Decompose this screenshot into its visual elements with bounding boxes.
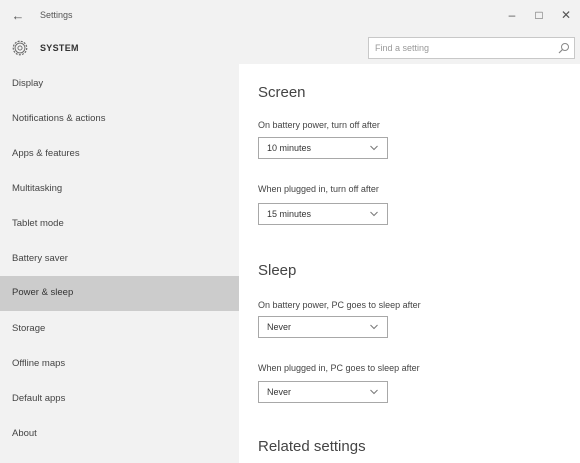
sidebar-item-label: Notifications & actions bbox=[12, 113, 106, 124]
sidebar-item-label: Offline maps bbox=[12, 358, 66, 369]
sidebar-item-label: Apps & features bbox=[12, 148, 80, 159]
sidebar-item-display[interactable]: Display bbox=[0, 67, 239, 102]
sleep-heading: Sleep bbox=[258, 262, 297, 279]
maximize-button[interactable]: □ bbox=[529, 6, 549, 24]
sidebar-item-label: Multitasking bbox=[12, 183, 63, 194]
dropdown-value: Never bbox=[267, 387, 292, 397]
chevron-down-icon bbox=[370, 324, 378, 330]
search-input[interactable]: Find a setting bbox=[368, 37, 575, 59]
sidebar-item-power-sleep[interactable]: Power & sleep bbox=[0, 276, 239, 311]
sidebar-item-label: Battery saver bbox=[12, 253, 68, 264]
search-placeholder: Find a setting bbox=[375, 43, 430, 53]
minimize-button[interactable]: – bbox=[502, 6, 522, 24]
sidebar-item-label: Tablet mode bbox=[12, 218, 64, 229]
screen-heading: Screen bbox=[258, 84, 306, 101]
back-button[interactable]: ← bbox=[10, 8, 26, 24]
sidebar-item-multitasking[interactable]: Multitasking bbox=[0, 172, 239, 207]
sidebar-item-notifications[interactable]: Notifications & actions bbox=[0, 102, 239, 137]
screen-plugged-dropdown[interactable]: 15 minutes bbox=[258, 203, 388, 225]
close-button[interactable]: ✕ bbox=[556, 6, 576, 24]
sidebar-item-storage[interactable]: Storage bbox=[0, 312, 239, 347]
dropdown-value: 15 minutes bbox=[267, 209, 312, 219]
dropdown-value: Never bbox=[267, 322, 292, 332]
sidebar-item-default-apps[interactable]: Default apps bbox=[0, 382, 239, 417]
chevron-down-icon bbox=[370, 145, 378, 151]
sleep-plugged-dropdown[interactable]: Never bbox=[258, 381, 388, 403]
sleep-plugged-label: When plugged in, PC goes to sleep after bbox=[258, 363, 420, 373]
sidebar-item-about[interactable]: About bbox=[0, 417, 239, 452]
screen-plugged-label: When plugged in, turn off after bbox=[258, 184, 379, 194]
main-content: Screen On battery power, turn off after … bbox=[239, 64, 580, 463]
screen-battery-dropdown[interactable]: 10 minutes bbox=[258, 137, 388, 159]
sidebar-item-label: Storage bbox=[12, 323, 46, 334]
sidebar-item-battery-saver[interactable]: Battery saver bbox=[0, 242, 239, 277]
chevron-down-icon bbox=[370, 211, 378, 217]
search-icon[interactable] bbox=[558, 42, 570, 54]
sleep-battery-dropdown[interactable]: Never bbox=[258, 316, 388, 338]
gear-icon bbox=[12, 40, 28, 56]
sidebar-item-label: Default apps bbox=[12, 393, 66, 404]
sidebar-item-apps[interactable]: Apps & features bbox=[0, 137, 239, 172]
sidebar-item-tablet-mode[interactable]: Tablet mode bbox=[0, 207, 239, 242]
sidebar-item-label: About bbox=[12, 428, 37, 439]
sleep-battery-label: On battery power, PC goes to sleep after bbox=[258, 300, 421, 310]
sidebar: Display Notifications & actions Apps & f… bbox=[0, 64, 239, 463]
sidebar-item-label: Display bbox=[12, 78, 44, 89]
section-title: SYSTEM bbox=[40, 43, 79, 53]
related-settings-heading: Related settings bbox=[258, 438, 366, 455]
chevron-down-icon bbox=[370, 389, 378, 395]
settings-header: SYSTEM Find a setting bbox=[0, 32, 580, 64]
window-title: Settings bbox=[40, 10, 73, 20]
dropdown-value: 10 minutes bbox=[267, 143, 312, 153]
sidebar-item-label: Power & sleep bbox=[12, 287, 74, 298]
title-bar: ← Settings – □ ✕ bbox=[0, 0, 580, 32]
sidebar-item-offline-maps[interactable]: Offline maps bbox=[0, 347, 239, 382]
screen-battery-label: On battery power, turn off after bbox=[258, 120, 380, 130]
